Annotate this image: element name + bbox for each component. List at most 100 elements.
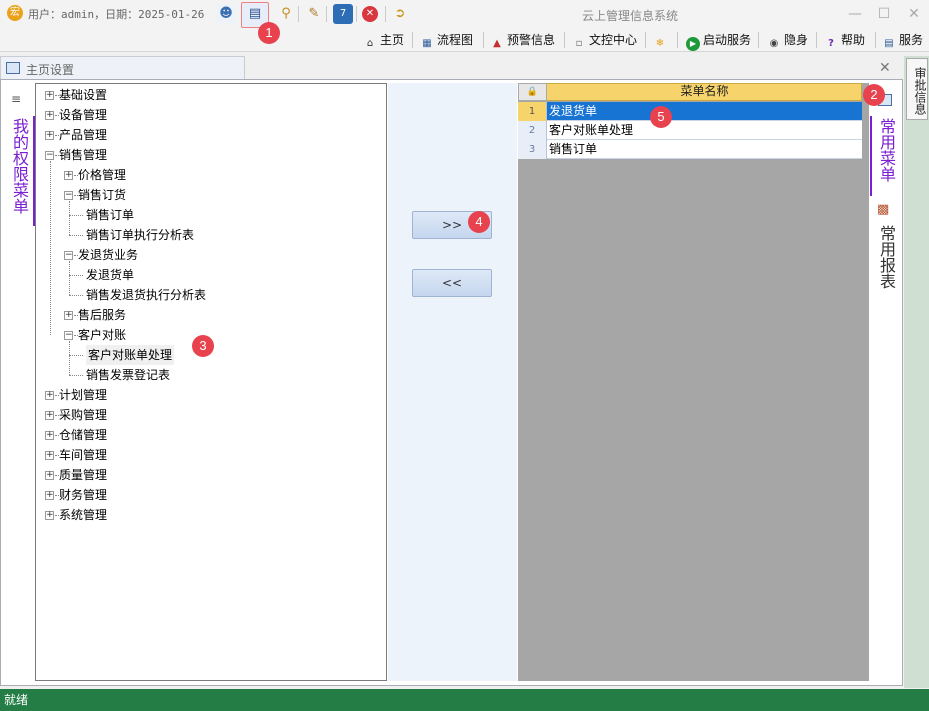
incognito-icon: ◉ xyxy=(769,38,779,49)
nav-help[interactable]: ? 帮助 xyxy=(824,30,865,50)
close-circle-icon[interactable]: ✕ xyxy=(362,6,378,22)
user-settings-icon[interactable]: ☻ xyxy=(216,4,236,24)
expand-toggle-icon[interactable]: + xyxy=(45,131,54,140)
play-icon: ▶ xyxy=(686,37,700,51)
nav-start-service-label: 启动服务 xyxy=(703,33,752,47)
collapse-toggle-icon[interactable]: − xyxy=(64,191,73,200)
tree-node[interactable]: 仓储管理 xyxy=(59,425,107,445)
expand-toggle-icon[interactable]: + xyxy=(45,411,54,420)
tree-node[interactable]: 客户对账单处理 xyxy=(86,345,175,365)
tree-connector xyxy=(69,355,83,356)
status-bar: 就绪 xyxy=(0,689,929,711)
callout-badge: 4 xyxy=(468,211,490,233)
nav-warning[interactable]: ▲ 预警信息 xyxy=(490,30,555,50)
nav-warning-label: 预警信息 xyxy=(507,33,556,47)
expand-toggle-icon[interactable]: + xyxy=(45,451,54,460)
menu-name-cell[interactable]: 客户对账单处理 xyxy=(549,121,859,140)
minimize-icon[interactable]: — xyxy=(845,4,865,24)
tree-node[interactable]: 质量管理 xyxy=(59,465,107,485)
tree-guide-line xyxy=(69,341,70,375)
app-logo-icon: 宏 xyxy=(7,5,23,21)
grid-icon xyxy=(6,62,20,74)
tree-node[interactable]: 销售订单执行分析表 xyxy=(86,225,194,245)
key-icon[interactable]: ⚲ xyxy=(276,4,296,24)
help-icon: ? xyxy=(828,38,834,49)
common-menu-tab[interactable]: 常用菜单 xyxy=(876,118,896,182)
tree-content: + 基础设置 + 设备管理 + 产品管理 − 销售管理 + 价格管理 − 销售订货 销售订单 销售订单执行… xyxy=(35,83,387,681)
nav-divider xyxy=(677,32,678,48)
nav-document-center-label: 文控中心 xyxy=(589,33,638,47)
approval-info-tab[interactable]: 审批信息 xyxy=(906,58,928,120)
tree-node[interactable]: 车间管理 xyxy=(59,445,107,465)
nav-service[interactable]: ▤ 服务 xyxy=(882,30,923,50)
flowchart-icon: ▦ xyxy=(422,38,432,49)
nav-service-label: 服务 xyxy=(899,33,924,47)
nav-incognito[interactable]: ◉ 隐身 xyxy=(767,30,808,50)
tree-node[interactable]: 销售发票登记表 xyxy=(86,365,170,385)
nav-color-logo[interactable]: ❄ xyxy=(653,30,670,50)
collapse-toggle-icon[interactable]: − xyxy=(64,331,73,340)
calendar-icon[interactable]: 7 xyxy=(333,4,353,24)
nav-divider xyxy=(645,32,646,48)
callout-badge: 3 xyxy=(192,335,214,357)
tree-node[interactable]: 销售管理 xyxy=(59,145,107,165)
toolbar-divider xyxy=(356,6,357,22)
tree-node[interactable]: 价格管理 xyxy=(78,165,126,185)
toolbar-divider xyxy=(385,6,386,22)
expand-toggle-icon[interactable]: + xyxy=(45,511,54,520)
home-icon: ⌂ xyxy=(366,38,374,49)
tree-node[interactable]: 客户对账 xyxy=(78,325,126,345)
expand-toggle-icon[interactable]: + xyxy=(45,111,54,120)
nav-start-service[interactable]: ▶ 启动服务 xyxy=(686,30,752,51)
expand-toggle-icon[interactable]: + xyxy=(45,391,54,400)
menu-name-cell[interactable]: 销售订单 xyxy=(549,140,859,159)
tree-connector xyxy=(69,235,83,236)
expand-toggle-icon[interactable]: + xyxy=(45,471,54,480)
exit-icon[interactable]: ➲ xyxy=(390,4,410,24)
nav-divider xyxy=(564,32,565,48)
window-settings-icon: ▤ xyxy=(248,6,262,21)
nav-flowchart-label: 流程图 xyxy=(437,33,474,47)
collapse-toggle-icon[interactable]: − xyxy=(45,151,54,160)
callout-badge: 5 xyxy=(650,106,672,128)
tree-node[interactable]: 发退货业务 xyxy=(78,245,138,265)
expand-toggle-icon[interactable]: + xyxy=(64,171,73,180)
tree-node[interactable]: 销售发退货执行分析表 xyxy=(86,285,206,305)
row-number: 2 xyxy=(518,121,547,140)
tree-node[interactable]: 采购管理 xyxy=(59,405,107,425)
expand-toggle-icon[interactable]: + xyxy=(64,311,73,320)
panel-close-icon[interactable]: ✕ xyxy=(879,60,891,76)
tree-node[interactable]: 财务管理 xyxy=(59,485,107,505)
tree-node[interactable]: 销售订货 xyxy=(78,185,126,205)
maximize-icon[interactable]: ☐ xyxy=(874,4,894,24)
tree-node[interactable]: 系统管理 xyxy=(59,505,107,525)
nav-home[interactable]: ⌂ 主页 xyxy=(363,30,404,50)
tree-node[interactable]: 计划管理 xyxy=(59,385,107,405)
tree-guide-line xyxy=(69,201,70,235)
nav-incognito-label: 隐身 xyxy=(784,33,809,47)
nav-divider xyxy=(816,32,817,48)
tree-node[interactable]: 销售订单 xyxy=(86,205,134,225)
tree-node[interactable]: 产品管理 xyxy=(59,125,107,145)
tree-node[interactable]: 基础设置 xyxy=(59,85,107,105)
menu-name-cell[interactable]: 发退货单 xyxy=(549,102,859,121)
nav-document-center[interactable]: ▫ 文控中心 xyxy=(572,30,637,50)
remove-from-menu-button[interactable]: << xyxy=(412,269,492,297)
document-center-icon: ▫ xyxy=(575,38,583,49)
nav-flowchart[interactable]: ▦ 流程图 xyxy=(420,30,473,50)
menu-grid[interactable] xyxy=(518,83,869,681)
column-header-menu-name[interactable]: 菜单名称 xyxy=(547,83,862,101)
collapse-toggle-icon[interactable]: − xyxy=(64,251,73,260)
nav-divider xyxy=(483,32,484,48)
tree-node[interactable]: 发退货单 xyxy=(86,265,134,285)
nav-divider xyxy=(412,32,413,48)
tree-node[interactable]: 设备管理 xyxy=(59,105,107,125)
window-close-icon[interactable]: ✕ xyxy=(904,4,924,24)
tree-node[interactable]: 售后服务 xyxy=(78,305,126,325)
expand-toggle-icon[interactable]: + xyxy=(45,491,54,500)
broom-icon[interactable]: ✎ xyxy=(304,4,324,24)
expand-toggle-icon[interactable]: + xyxy=(45,431,54,440)
common-report-tab[interactable]: 常用报表 xyxy=(876,225,896,289)
my-permission-menu-tab[interactable]: 我的权限菜单 xyxy=(9,118,29,214)
expand-toggle-icon[interactable]: + xyxy=(45,91,54,100)
